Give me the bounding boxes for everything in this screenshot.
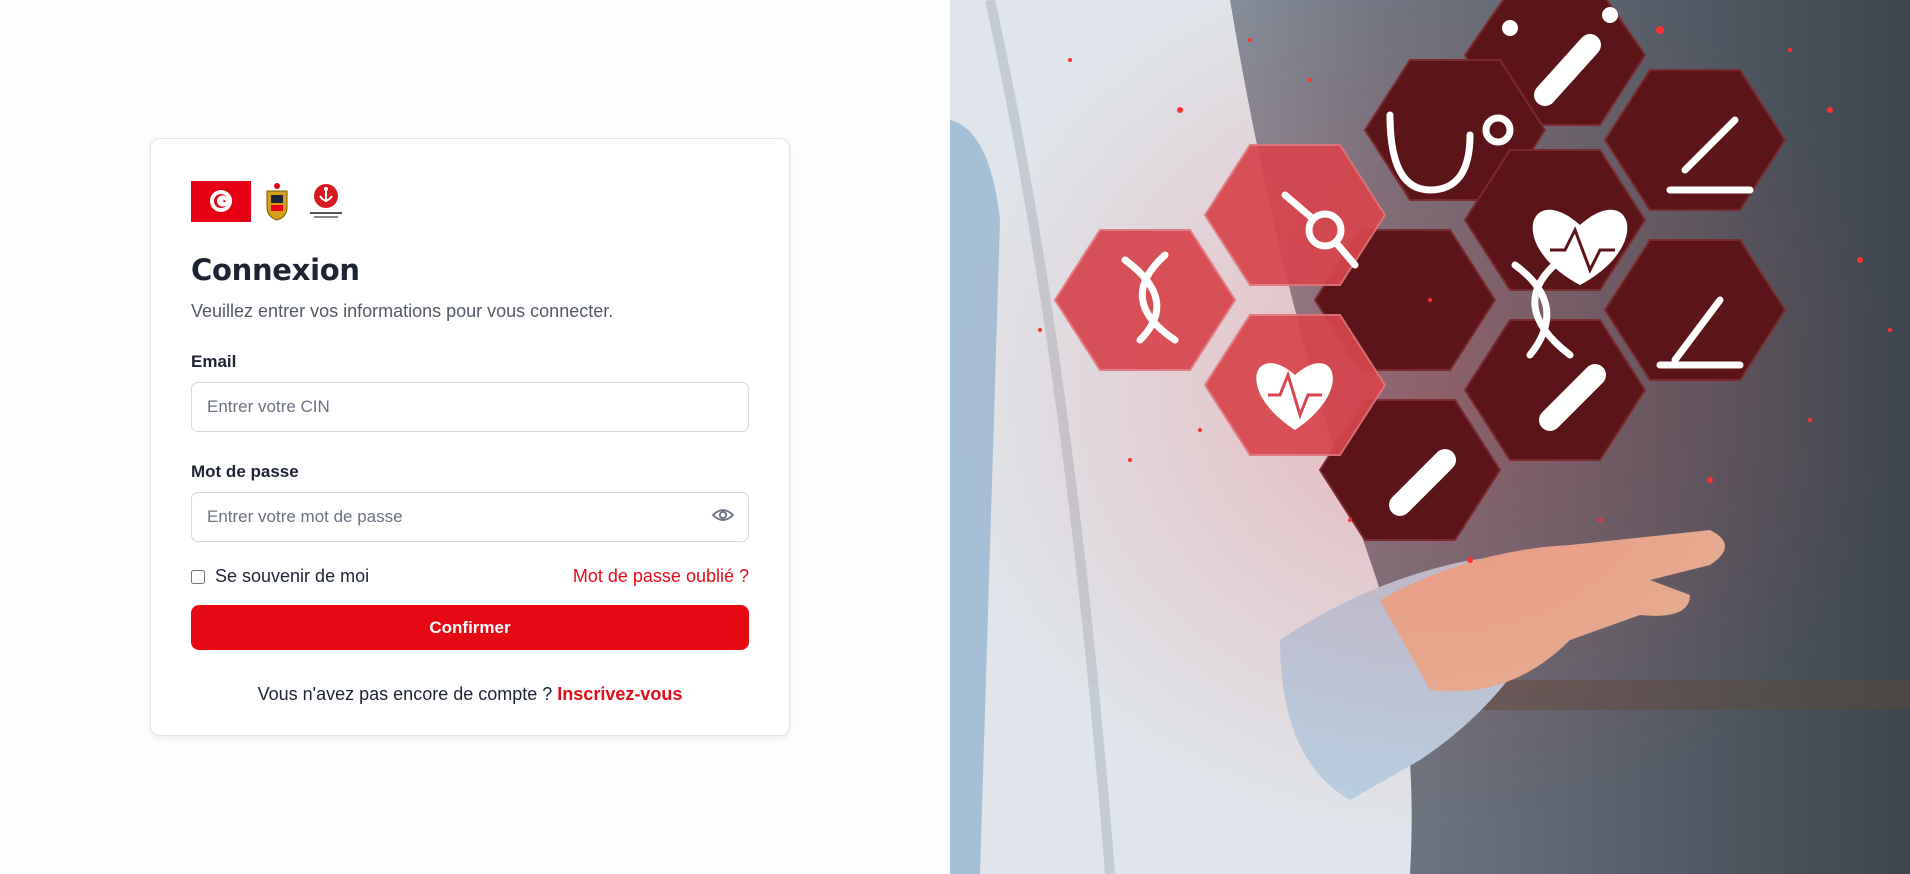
- login-card: Connexion Veuillez entrer vos informatio…: [150, 138, 790, 736]
- show-password-eye-icon[interactable]: [711, 506, 735, 524]
- signup-prompt: Vous n'avez pas encore de compte ? Inscr…: [191, 684, 749, 705]
- forgot-password-link[interactable]: Mot de passe oublié ?: [573, 566, 749, 587]
- tunisia-flag-icon: [191, 180, 251, 222]
- password-wrapper: [191, 482, 749, 542]
- login-subtitle: Veuillez entrer vos informations pour vo…: [191, 301, 614, 321]
- remember-me-checkbox[interactable]: [191, 569, 205, 584]
- password-field[interactable]: [191, 492, 749, 542]
- confirm-button[interactable]: Confirmer: [191, 605, 749, 650]
- remember-me: Se souvenir de moi: [191, 566, 369, 587]
- hero-image: [950, 0, 1910, 874]
- remember-me-label: Se souvenir de moi: [215, 566, 370, 586]
- password-label: Mot de passe: [191, 462, 299, 481]
- logo-bar: [191, 179, 749, 223]
- options-row: Se souvenir de moi Mot de passe oublié ?: [191, 566, 749, 587]
- signup-prompt-text: Vous n'avez pas encore de compte ?: [257, 684, 553, 704]
- email-field[interactable]: [191, 382, 749, 432]
- medical-hero-illustration: [950, 0, 1910, 874]
- page-title: Connexion: [191, 253, 360, 287]
- signup-link[interactable]: Inscrivez-vous: [557, 684, 682, 704]
- login-pane: Connexion Veuillez entrer vos informatio…: [0, 0, 950, 874]
- ministry-logo-icon: [303, 179, 349, 223]
- email-label: Email: [191, 352, 237, 371]
- coat-of-arms-icon: [261, 179, 293, 223]
